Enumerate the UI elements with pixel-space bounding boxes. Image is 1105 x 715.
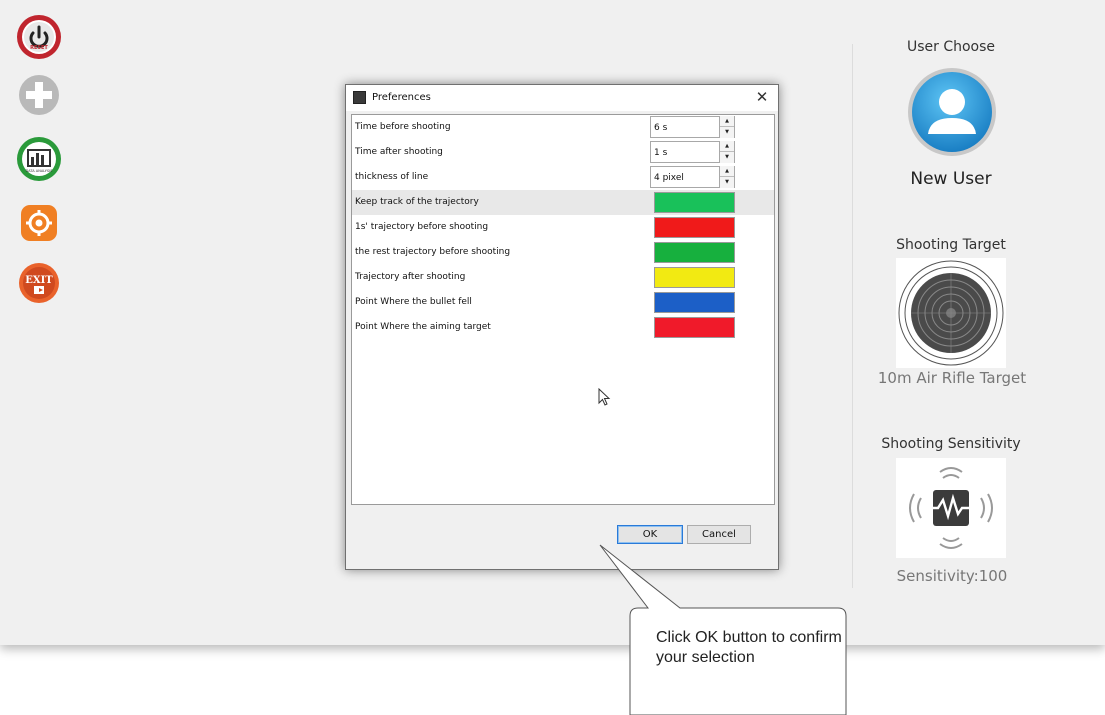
user-name: New User [910, 169, 992, 189]
pref-label: Time after shooting [355, 147, 443, 157]
analysis-text: DATA ANALYSIS [26, 169, 53, 173]
add-button[interactable] [14, 70, 64, 120]
pref-row-bullet-point[interactable]: Point Where the bullet fell [352, 290, 774, 315]
shooting-target-title: Shooting Target [896, 237, 1006, 253]
user-avatar-button[interactable] [904, 64, 1000, 160]
spin-down-icon[interactable]: ▼ [720, 177, 734, 188]
power-icon: RESET [17, 15, 61, 59]
callout-text: Click OK button to confirm your selectio… [656, 629, 842, 666]
plus-icon [19, 75, 59, 115]
pref-row-time-before: Time before shooting 6 s ▲ ▼ [352, 115, 774, 140]
spin-up-icon[interactable]: ▲ [720, 116, 734, 127]
pref-row-line-thickness: thickness of line 4 pixel ▲ ▼ [352, 165, 774, 190]
app-icon [353, 91, 366, 104]
spin-up-icon[interactable]: ▲ [720, 141, 734, 152]
line-thickness-spinbox[interactable]: 4 pixel ▲ ▼ [650, 166, 735, 188]
user-choose-title: User Choose [906, 39, 996, 55]
color-swatch[interactable] [654, 192, 735, 213]
pref-row-after-shooting[interactable]: Trajectory after shooting [352, 265, 774, 290]
sensitivity-icon [896, 458, 1006, 558]
reset-text: RESET [30, 45, 48, 51]
shooting-sensitivity-title: Shooting Sensitivity [881, 436, 1021, 452]
pref-label: Keep track of the trajectory [355, 197, 479, 207]
settings-icon [21, 205, 57, 241]
target-name: 10m Air Rifle Target [877, 369, 1027, 387]
color-swatch[interactable] [654, 267, 735, 288]
spin-buttons: ▲ ▼ [719, 116, 734, 138]
time-after-spinbox[interactable]: 1 s ▲ ▼ [650, 141, 735, 163]
mouse-cursor-icon [598, 388, 611, 406]
pref-label: thickness of line [355, 172, 429, 182]
color-swatch[interactable] [654, 292, 735, 313]
spin-value: 6 s [654, 123, 668, 133]
exit-icon: EXIT [19, 263, 59, 303]
pref-label: 1s' trajectory before shooting [355, 222, 489, 232]
preferences-list: Time before shooting 6 s ▲ ▼ Time after … [351, 114, 775, 505]
user-icon [908, 68, 996, 156]
pref-row-1s-trajectory[interactable]: 1s' trajectory before shooting [352, 215, 774, 240]
pref-row-rest-trajectory[interactable]: the rest trajectory before shooting [352, 240, 774, 265]
ok-button[interactable]: OK [617, 525, 683, 544]
color-swatch[interactable] [654, 317, 735, 338]
color-swatch[interactable] [654, 217, 735, 238]
spin-down-icon[interactable]: ▼ [720, 127, 734, 138]
cancel-button[interactable]: Cancel [687, 525, 751, 544]
pref-label: Trajectory after shooting [355, 272, 466, 282]
time-before-spinbox[interactable]: 6 s ▲ ▼ [650, 116, 735, 138]
dialog-titlebar[interactable]: Preferences ✕ [346, 85, 778, 111]
reset-button[interactable]: RESET [14, 12, 64, 62]
color-swatch[interactable] [654, 242, 735, 263]
exit-button[interactable]: EXIT [14, 258, 64, 308]
pref-label: Time before shooting [355, 122, 451, 132]
sensitivity-value: Sensitivity:100 [896, 567, 1008, 585]
spin-down-icon[interactable]: ▼ [720, 152, 734, 163]
pref-label: the rest trajectory before shooting [355, 247, 511, 257]
pref-row-aiming-point[interactable]: Point Where the aiming target [352, 315, 774, 340]
target-icon [896, 258, 1006, 368]
dialog-title: Preferences [372, 92, 431, 103]
settings-button[interactable] [14, 198, 64, 248]
exit-text: EXIT [25, 275, 53, 286]
right-side-panel: User Choose New User Shooting Target 10m… [852, 39, 1105, 588]
sensitivity-button[interactable] [896, 458, 1006, 558]
spin-value: 4 pixel [654, 173, 684, 183]
shooting-target-button[interactable] [896, 258, 1006, 368]
data-analysis-button[interactable]: DATA ANALYSIS [14, 134, 64, 184]
spin-buttons: ▲ ▼ [719, 166, 734, 188]
pref-row-keep-track[interactable]: Keep track of the trajectory [352, 190, 774, 215]
chart-icon: DATA ANALYSIS [17, 137, 61, 181]
pref-label: Point Where the bullet fell [355, 297, 472, 307]
pref-label: Point Where the aiming target [355, 322, 491, 332]
close-icon[interactable]: ✕ [752, 87, 772, 107]
spin-buttons: ▲ ▼ [719, 141, 734, 163]
pref-row-time-after: Time after shooting 1 s ▲ ▼ [352, 140, 774, 165]
spin-value: 1 s [654, 148, 668, 158]
spin-up-icon[interactable]: ▲ [720, 166, 734, 177]
preferences-dialog: Preferences ✕ Time before shooting 6 s ▲… [345, 84, 779, 570]
